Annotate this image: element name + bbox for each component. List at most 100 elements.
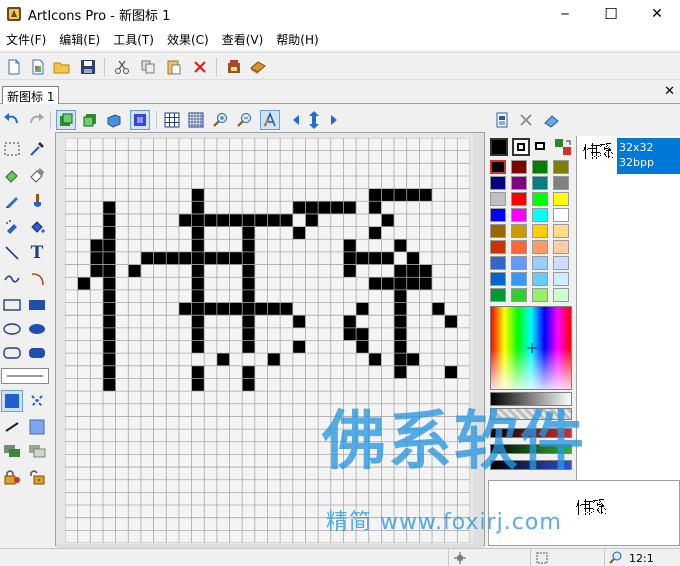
fill-bucket-tool[interactable] [26, 216, 48, 238]
color-swatch[interactable] [490, 160, 506, 174]
color-swatch[interactable] [532, 256, 548, 270]
color-swatch[interactable] [553, 224, 569, 238]
layers-tool[interactable] [1, 440, 23, 462]
color-swatch[interactable] [490, 240, 506, 254]
primary-color-swatch[interactable] [490, 138, 508, 156]
layer-3d-button[interactable] [104, 110, 124, 130]
cut-button[interactable] [112, 57, 132, 77]
brush-tool[interactable] [26, 190, 48, 212]
soft-fill-tool[interactable] [26, 416, 48, 438]
menu-effects[interactable]: 效果(C) [161, 28, 216, 50]
undo-button[interactable] [2, 110, 22, 130]
color-swatch[interactable] [532, 240, 548, 254]
color-swatch[interactable] [490, 256, 506, 270]
document-tab[interactable]: 新图标 1 [2, 86, 60, 104]
move-button[interactable] [304, 110, 324, 130]
layers-alt-tool[interactable] [26, 440, 48, 462]
document-close-icon[interactable]: ✕ [664, 84, 675, 99]
image-format-button[interactable] [492, 110, 512, 130]
color-swatch[interactable] [490, 224, 506, 238]
close-button[interactable]: ✕ [634, 0, 680, 28]
menu-help[interactable]: 帮助(H) [270, 28, 325, 50]
color-swatch[interactable] [511, 192, 527, 206]
rect-filled-tool[interactable] [26, 294, 48, 316]
color-swatch[interactable] [553, 256, 569, 270]
color-swatch[interactable] [511, 176, 527, 190]
color-swatch[interactable] [553, 160, 569, 174]
color-swatch[interactable] [490, 208, 506, 222]
open-button[interactable] [52, 57, 72, 77]
gray-gradient-bar[interactable] [490, 392, 572, 406]
color-swatch[interactable] [490, 272, 506, 286]
alpha-gradient-bar[interactable] [490, 408, 572, 420]
extract-button[interactable] [224, 57, 244, 77]
color-swatch[interactable] [511, 224, 527, 238]
color-swatch[interactable] [532, 192, 548, 206]
color-swatch[interactable] [553, 176, 569, 190]
eraser-tool[interactable] [1, 164, 23, 186]
color-swatch[interactable] [511, 160, 527, 174]
save-button[interactable] [78, 57, 98, 77]
color-swatch[interactable] [553, 288, 569, 302]
color-swatch[interactable] [532, 176, 548, 190]
unlock-tool[interactable] [26, 466, 48, 488]
minimize-button[interactable]: ─ [542, 0, 588, 28]
pixel-editor-canvas[interactable] [65, 138, 470, 543]
pencil-tool[interactable] [1, 190, 23, 212]
ellipse-filled-tool[interactable] [26, 318, 48, 340]
color-swatch[interactable] [553, 272, 569, 286]
redo-button[interactable] [26, 110, 46, 130]
move-left-button[interactable] [286, 110, 306, 130]
color-swatch[interactable] [553, 192, 569, 206]
curve-tool[interactable] [1, 268, 23, 290]
layer-down-button[interactable] [80, 110, 100, 130]
color-swatch[interactable] [490, 176, 506, 190]
airbrush-tool[interactable] [1, 216, 23, 238]
color-swatch[interactable] [490, 192, 506, 206]
vertical-scrollbar[interactable] [474, 134, 484, 544]
color-swatch[interactable] [532, 272, 548, 286]
blue-slider[interactable] [490, 460, 572, 470]
arc-tool[interactable] [26, 268, 48, 290]
menu-tools[interactable]: 工具(T) [107, 28, 161, 50]
grid-button[interactable] [162, 110, 182, 130]
menu-file[interactable]: 文件(F) [0, 28, 53, 50]
new-file-button[interactable] [4, 57, 24, 77]
color-swatch[interactable] [532, 224, 548, 238]
grid-fine-button[interactable] [186, 110, 206, 130]
color-swatch[interactable] [511, 240, 527, 254]
line-tool[interactable] [1, 242, 23, 264]
line-width-selector[interactable] [1, 368, 49, 384]
menu-edit[interactable]: 编辑(E) [53, 28, 107, 50]
swap-colors-button[interactable] [554, 138, 572, 156]
zoom-out-button[interactable] [234, 110, 254, 130]
new-from-image-button[interactable] [28, 57, 48, 77]
lock-tool[interactable] [1, 466, 23, 488]
background-button[interactable] [130, 110, 150, 130]
rect-outline-tool[interactable] [1, 294, 23, 316]
text-antialias-button[interactable] [260, 110, 280, 130]
color-swatch[interactable] [553, 240, 569, 254]
eraser-format-button[interactable] [542, 110, 562, 130]
format-thumbnail[interactable] [581, 140, 615, 170]
fill-mode-tool[interactable] [1, 390, 23, 412]
rect-select-tool[interactable] [1, 138, 23, 160]
color-swatch[interactable] [553, 208, 569, 222]
red-slider[interactable] [490, 428, 572, 438]
green-slider[interactable] [490, 444, 572, 454]
secondary-color-swatch[interactable] [512, 138, 530, 156]
color-swatch[interactable] [511, 272, 527, 286]
color-swatch[interactable] [511, 288, 527, 302]
color-swatch[interactable] [532, 208, 548, 222]
antialias-line-tool[interactable] [1, 416, 23, 438]
color-spectrum[interactable] [490, 306, 572, 390]
color-swatch[interactable] [532, 288, 548, 302]
screen-color-swatch[interactable] [534, 138, 550, 156]
move-right-button[interactable] [324, 110, 344, 130]
color-swatch[interactable] [511, 208, 527, 222]
roundrect-outline-tool[interactable] [1, 342, 23, 364]
library-button[interactable] [248, 57, 268, 77]
text-tool[interactable]: T [26, 242, 48, 264]
ellipse-outline-tool[interactable] [1, 318, 23, 340]
zoom-in-button[interactable] [210, 110, 230, 130]
